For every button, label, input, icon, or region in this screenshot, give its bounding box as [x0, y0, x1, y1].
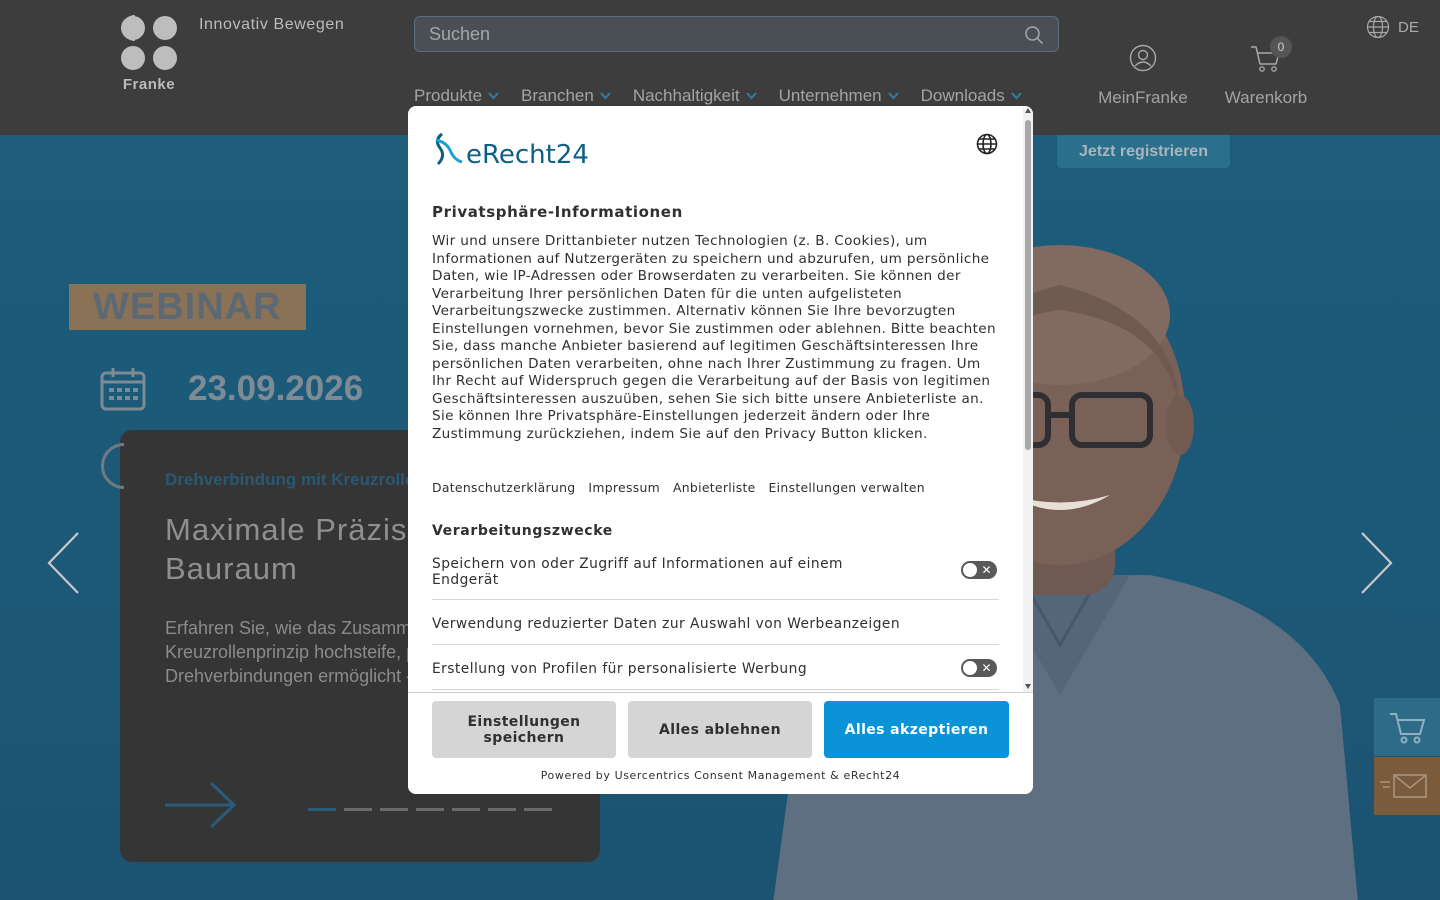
- purpose-toggle[interactable]: ✕: [961, 659, 997, 677]
- consent-dialog: eRecht24 Privatsphäre-Informationen Wir …: [408, 106, 1033, 794]
- purpose-toggle[interactable]: ✕: [961, 561, 997, 579]
- privacy-policy-link[interactable]: Datenschutzerklärung: [432, 480, 575, 495]
- erecht24-logo: eRecht24: [435, 132, 589, 170]
- erecht24-wordmark: eRecht24: [466, 140, 589, 170]
- powered-by-text: Powered by Usercentrics Consent Manageme…: [540, 769, 901, 782]
- globe-icon[interactable]: [976, 133, 998, 155]
- close-icon: ✕: [981, 661, 992, 675]
- imprint-link[interactable]: Impressum: [588, 480, 660, 495]
- scroll-up-icon[interactable]: [1025, 108, 1031, 113]
- dialog-scrollbar[interactable]: [1023, 106, 1033, 692]
- consent-scroll-area[interactable]: eRecht24 Privatsphäre-Informationen Wir …: [408, 106, 1023, 692]
- scroll-down-icon[interactable]: [1025, 684, 1031, 689]
- toggle-knob: [963, 661, 977, 675]
- save-settings-button[interactable]: Einstellungen speichern: [432, 701, 616, 758]
- consent-body-text: Wir und unsere Drittanbieter nutzen Tech…: [432, 233, 996, 442]
- consent-heading: Privatsphäre-Informationen: [432, 203, 683, 221]
- manage-settings-link[interactable]: Einstellungen verwalten: [769, 480, 925, 495]
- consent-links: Datenschutzerklärung Impressum Anbieterl…: [432, 480, 925, 495]
- purpose-label: Erstellung von Profilen für personalisie…: [432, 661, 808, 677]
- close-icon: ✕: [981, 563, 992, 577]
- toggle-knob: [963, 563, 977, 577]
- consent-footer: Einstellungen speichern Alles ablehnen A…: [408, 692, 1033, 794]
- vendor-list-link[interactable]: Anbieterliste: [673, 480, 756, 495]
- purpose-row: Erstellung von Profilen für personalisie…: [432, 645, 999, 690]
- deny-all-button[interactable]: Alles ablehnen: [628, 701, 812, 758]
- scrollbar-thumb[interactable]: [1025, 120, 1031, 450]
- purposes-heading: Verarbeitungszwecke: [432, 523, 613, 539]
- accept-all-button[interactable]: Alles akzeptieren: [824, 701, 1009, 758]
- purpose-label: Speichern von oder Zugriff auf Informati…: [432, 556, 843, 588]
- purpose-row: Speichern von oder Zugriff auf Informati…: [432, 554, 999, 600]
- purpose-label: Verwendung reduzierter Daten zur Auswahl…: [432, 616, 901, 632]
- purpose-row: Verwendung reduzierter Daten zur Auswahl…: [432, 600, 999, 645]
